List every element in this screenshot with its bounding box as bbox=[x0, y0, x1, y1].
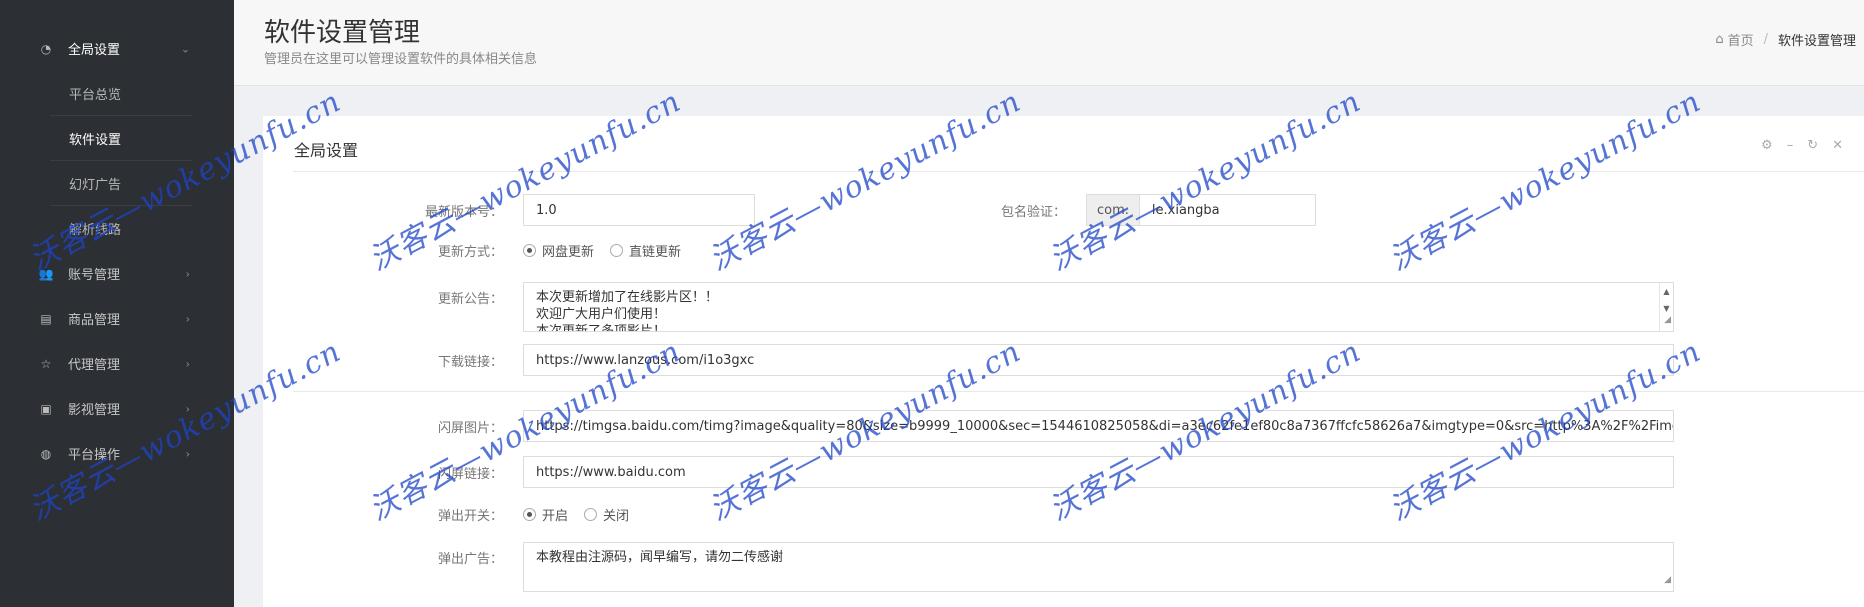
panel-title: 全局设置 bbox=[294, 141, 359, 160]
film-icon: ▣ bbox=[40, 401, 52, 416]
chevron-right-icon: › bbox=[185, 267, 190, 280]
home-icon: ⌂ bbox=[1715, 32, 1724, 47]
sidebar-subitem-parse-routes[interactable]: 解析线路 bbox=[50, 206, 192, 251]
dashboard-icon: ◔ bbox=[40, 41, 52, 56]
update-notice-label: 更新公告： bbox=[437, 292, 503, 307]
popup-switch-radio-group: 开启 关闭 bbox=[523, 505, 629, 524]
version-row: 最新版本号： 1.0 bbox=[263, 194, 755, 226]
popup-switch-label: 弹出开关： bbox=[437, 509, 503, 524]
package-label: 包名验证： bbox=[1000, 204, 1066, 220]
users-icon: 👥 bbox=[38, 266, 54, 281]
sidebar-item-label: 平台操作 bbox=[68, 448, 121, 463]
sidebar-item-products[interactable]: ▤ 商品管理 › bbox=[0, 296, 234, 341]
minimize-icon[interactable]: – bbox=[1787, 138, 1794, 153]
sidebar-item-label: 代理管理 bbox=[68, 358, 121, 373]
sidebar-subitem-software-settings[interactable]: 软件设置 bbox=[50, 116, 192, 161]
splash-link-label: 闪屏链接： bbox=[437, 466, 503, 482]
globe-icon: ◍ bbox=[40, 446, 52, 461]
update-notice-textarea[interactable]: 本次更新增加了在线影片区！！ 欢迎广大用户们使用！ 本次更新了多项影片！ ▲ ▼ … bbox=[523, 282, 1674, 332]
radio-popup-off[interactable]: 关闭 bbox=[584, 505, 629, 524]
chevron-down-icon: ⌄ bbox=[180, 42, 190, 55]
sidebar-item-label: 账号管理 bbox=[68, 268, 121, 283]
radio-label: 开启 bbox=[542, 509, 569, 524]
chevron-right-icon: › bbox=[185, 357, 190, 370]
close-icon[interactable]: ✕ bbox=[1832, 138, 1843, 153]
sidebar-item-agents[interactable]: ☆ 代理管理 › bbox=[0, 341, 234, 386]
sidebar-subitem-platform-overview[interactable]: 平台总览 bbox=[50, 71, 192, 116]
package-input[interactable]: le.xiangba bbox=[1139, 194, 1316, 226]
splash-link-input[interactable]: https://www.baidu.com bbox=[523, 456, 1674, 488]
radio-label: 网盘更新 bbox=[542, 245, 595, 260]
breadcrumb-separator: / bbox=[1763, 32, 1768, 47]
popup-ad-textarea[interactable]: 本教程由注源码，闻早编写，请勿二传感谢 ◢ bbox=[523, 542, 1674, 592]
resize-handle-icon[interactable]: ◢ bbox=[1664, 572, 1671, 589]
gear-icon[interactable]: ⚙ bbox=[1761, 138, 1773, 153]
sidebar-subitem-label: 软件设置 bbox=[69, 132, 122, 148]
chevron-right-icon: › bbox=[185, 312, 190, 325]
sidebar-subitem-label: 平台总览 bbox=[69, 87, 122, 103]
popup-ad-text: 本教程由注源码，闻早编写，请勿二传感谢 bbox=[536, 550, 784, 565]
splash-image-label: 闪屏图片： bbox=[437, 420, 503, 436]
divider bbox=[293, 171, 1864, 172]
package-prefix: com. bbox=[1086, 194, 1140, 226]
splash-image-input[interactable]: https://timgsa.baidu.com/timg?image&qual… bbox=[523, 410, 1674, 442]
breadcrumb-current: 软件设置管理 bbox=[1777, 34, 1856, 49]
radio-direct-update[interactable]: 直链更新 bbox=[610, 241, 681, 260]
popup-ad-label: 弹出广告： bbox=[437, 552, 503, 567]
sidebar-item-platform-ops[interactable]: ◍ 平台操作 › bbox=[0, 431, 234, 476]
radio-dot bbox=[584, 508, 598, 521]
update-mode-row: 更新方式： 网盘更新 直链更新 bbox=[263, 241, 681, 260]
star-icon: ☆ bbox=[40, 356, 52, 371]
scroll-up-icon[interactable]: ▲ bbox=[1663, 283, 1669, 300]
version-input[interactable]: 1.0 bbox=[523, 194, 755, 226]
radio-netdisk-update[interactable]: 网盘更新 bbox=[523, 241, 594, 260]
sidebar-subitem-label: 解析线路 bbox=[69, 223, 122, 238]
download-link-input[interactable]: https://www.lanzous.com/i1o3gxc bbox=[523, 344, 1674, 376]
radio-dot bbox=[610, 244, 624, 257]
sidebar-item-label: 商品管理 bbox=[68, 313, 121, 328]
page-title: 软件设置管理 bbox=[264, 18, 421, 48]
radio-dot bbox=[523, 244, 536, 257]
shop-icon: ▤ bbox=[40, 311, 52, 326]
panel-tools: ⚙ – ↻ ✕ bbox=[1761, 138, 1843, 153]
radio-label: 关闭 bbox=[603, 509, 630, 524]
notice-line: 本次更新了多项影片！ bbox=[536, 324, 667, 332]
sidebar-subitem-slide-ads[interactable]: 幻灯广告 bbox=[50, 161, 192, 206]
package-row: 包名验证： com. le.xiangba bbox=[946, 194, 1316, 226]
radio-label: 直链更新 bbox=[629, 245, 682, 260]
sidebar-item-label: 影视管理 bbox=[68, 403, 121, 418]
chevron-right-icon: › bbox=[185, 402, 190, 415]
settings-panel: 全局设置 ⚙ – ↻ ✕ 最新版本号： 1.0 包名验证： com. le.xi… bbox=[263, 116, 1864, 607]
update-mode-radio-group: 网盘更新 直链更新 bbox=[523, 241, 681, 260]
sidebar-item-label: 全局设置 bbox=[68, 43, 121, 58]
version-label: 最新版本号： bbox=[424, 204, 503, 220]
sidebar-item-films[interactable]: ▣ 影视管理 › bbox=[0, 386, 234, 431]
radio-dot bbox=[523, 508, 536, 521]
sidebar-item-global-settings[interactable]: ◔ 全局设置 ⌄ bbox=[0, 26, 234, 71]
update-mode-label: 更新方式： bbox=[437, 245, 503, 260]
radio-popup-on[interactable]: 开启 bbox=[523, 505, 568, 524]
page-subtitle: 管理员在这里可以管理设置软件的具体相关信息 bbox=[264, 52, 538, 67]
update-notice-row: 更新公告： 本次更新增加了在线影片区！！ 欢迎广大用户们使用！ 本次更新了多项影… bbox=[263, 282, 1674, 332]
sidebar: ◔ 全局设置 ⌄ 平台总览 软件设置 幻灯广告 解析线路 👥 账号管理 › ▤ … bbox=[0, 0, 234, 607]
notice-line: 本次更新增加了在线影片区！！ bbox=[536, 290, 719, 305]
page-header: 软件设置管理 管理员在这里可以管理设置软件的具体相关信息 ⌂ 首页 / 软件设置… bbox=[234, 0, 1864, 86]
notice-line: 欢迎广大用户们使用！ bbox=[536, 307, 667, 322]
splash-link-row: 闪屏链接： https://www.baidu.com bbox=[263, 456, 1674, 488]
chevron-right-icon: › bbox=[185, 447, 190, 460]
breadcrumb-home-link[interactable]: 首页 bbox=[1728, 30, 1754, 49]
sidebar-subitem-label: 幻灯广告 bbox=[69, 177, 122, 193]
sidebar-submenu: 平台总览 软件设置 幻灯广告 解析线路 bbox=[50, 71, 192, 251]
splash-image-row: 闪屏图片： https://timgsa.baidu.com/timg?imag… bbox=[263, 410, 1674, 442]
popup-switch-row: 弹出开关： 开启 关闭 bbox=[263, 505, 629, 524]
refresh-icon[interactable]: ↻ bbox=[1807, 138, 1818, 153]
download-link-label: 下载链接： bbox=[437, 354, 503, 370]
download-link-row: 下载链接： https://www.lanzous.com/i1o3gxc bbox=[263, 344, 1674, 376]
popup-ad-row: 弹出广告： 本教程由注源码，闻早编写，请勿二传感谢 ◢ bbox=[263, 542, 1674, 592]
divider bbox=[293, 391, 1864, 392]
resize-handle-icon[interactable]: ◢ bbox=[1664, 312, 1671, 329]
breadcrumb: ⌂ 首页 / 软件设置管理 bbox=[1715, 30, 1856, 49]
sidebar-item-accounts[interactable]: 👥 账号管理 › bbox=[0, 251, 234, 296]
